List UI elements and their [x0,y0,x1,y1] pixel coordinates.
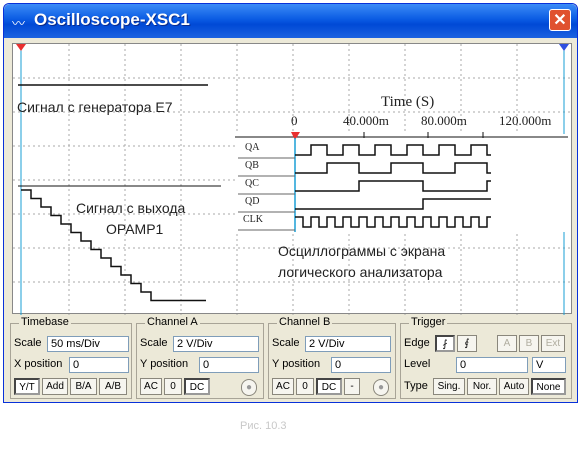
channel-a-ypos-field[interactable]: 0 [199,357,259,373]
rising-edge-icon: ⨏ [442,339,448,350]
oscilloscope-window: 〰 Oscilloscope-XSC1 ✕ Сигнал с генератор… [3,3,578,403]
trigger-level-unit[interactable]: V [532,357,566,373]
timebase-title: Timebase [19,316,71,328]
control-panel: Timebase Scale 50 ms/Div X position 0 Y/… [10,316,575,401]
channel-a-ypos-label: Y position [140,358,189,370]
rising-edge-button[interactable]: ⨏ [435,335,455,352]
timebase-scale-label: Scale [14,337,42,349]
channel-a-scale-label: Scale [140,337,168,349]
close-button[interactable]: ✕ [549,9,571,31]
channel-b-radio[interactable]: ● [373,379,389,396]
trigger-single-button[interactable]: Sing. [433,378,465,395]
opamp-label-line1: Сигнал с выхода [76,200,186,216]
channel-b-invert-button[interactable]: - [344,378,360,395]
add-button[interactable]: Add [42,378,68,395]
channel-a-radio[interactable]: ● [241,379,257,396]
channel-b-title: Channel B [277,316,333,328]
trigger-ext-button[interactable]: Ext [541,335,565,352]
oscilloscope-icon: 〰 [12,16,26,31]
time-tick-label-3: 120.000m [499,113,552,128]
ab-button[interactable]: A/B [99,378,127,395]
trigger-group: Trigger Edge ⨏ ⨐ A B Ext Level 0 V Type … [400,316,572,399]
window-title: Oscilloscope-XSC1 [34,10,190,29]
channel-a-scale-field[interactable]: 2 V/Div [173,336,259,352]
la-caption-line2: логического анализатора [278,264,443,280]
channel-b-group: Channel B Scale 2 V/Div Y position 0 AC … [268,316,396,399]
channel-b-ypos-field[interactable]: 0 [331,357,391,373]
time-tick-label-2: 80.000m [421,113,467,128]
yt-button[interactable]: Y/T [14,378,40,395]
channel-b-ac-button[interactable]: AC [272,378,294,395]
trigger-level-field[interactable]: 0 [456,357,528,373]
channel-b-dc-button[interactable]: DC [316,378,342,395]
channel-a-ac-button[interactable]: AC [140,378,162,395]
timebase-xpos-field[interactable]: 0 [69,357,129,373]
channel-b-zero-button[interactable]: 0 [296,378,314,395]
channel-label-qb: QB [245,160,259,171]
cursor-1-marker[interactable] [16,44,26,51]
trigger-title: Trigger [409,316,448,328]
trigger-auto-button[interactable]: Auto [499,378,529,395]
falling-edge-button[interactable]: ⨐ [457,335,477,352]
channel-a-title: Channel A [145,316,200,328]
trigger-normal-button[interactable]: Nor. [467,378,497,395]
opamp-label-line2: OPAMP1 [106,221,164,237]
falling-edge-icon: ⨐ [464,338,470,349]
channel-a-zero-button[interactable]: 0 [164,378,182,395]
figure-caption: Рис. 10.3 [240,420,287,432]
channel-label-clk: CLK [243,214,263,225]
title-bar[interactable]: 〰 Oscilloscope-XSC1 ✕ [4,4,577,38]
la-caption-line1: Осциллограммы с экрана [278,243,446,259]
close-icon: ✕ [553,12,567,29]
trigger-a-button[interactable]: A [497,335,517,352]
trigger-b-button[interactable]: B [519,335,539,352]
channel-label-qd: QD [245,196,260,207]
channel-label-qc: QC [245,178,259,189]
channel-label-qa: QA [245,142,260,153]
cursor-2-marker[interactable] [559,44,569,51]
oscilloscope-screen: Сигнал с генератора E7 Сигнал с выхода O… [12,43,573,315]
channel-a-dc-button[interactable]: DC [184,378,210,395]
trigger-edge-label: Edge [404,337,430,349]
channel-b-ypos-label: Y position [272,358,321,370]
timebase-scale-field[interactable]: 50 ms/Div [47,336,129,352]
channel-a-group: Channel A Scale 2 V/Div Y position 0 AC … [136,316,264,399]
channel-b-scale-label: Scale [272,337,300,349]
trigger-type-label: Type [404,380,428,392]
logic-analyzer-panel [235,134,570,232]
trigger-level-label: Level [404,358,431,370]
timebase-xpos-label: X position [14,358,63,370]
time-tick-label-1: 40.000m [343,113,389,128]
generator-label: Сигнал с генератора E7 [17,99,173,115]
channel-b-scale-field[interactable]: 2 V/Div [305,336,391,352]
ba-button[interactable]: B/A [70,378,97,395]
time-axis-title: Time (S) [381,94,435,110]
time-tick-label-0: 0 [291,113,298,128]
trigger-none-button[interactable]: None [531,378,566,395]
timebase-group: Timebase Scale 50 ms/Div X position 0 Y/… [10,316,132,399]
